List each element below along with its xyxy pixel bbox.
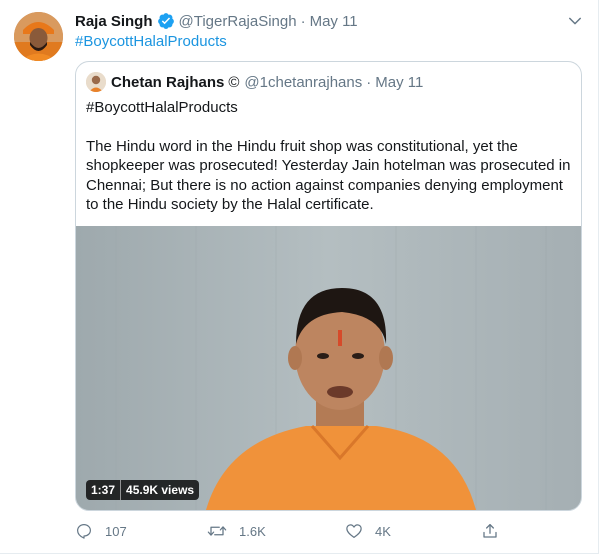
share-icon: [483, 523, 497, 538]
quoted-author-name[interactable]: Chetan Rajhans: [111, 74, 224, 91]
quoted-paragraph: The Hindu word in the Hindu fruit shop w…: [86, 137, 571, 214]
header-separator: ·: [300, 12, 306, 30]
video-thumbnail: [76, 226, 581, 510]
like-count: 4K: [375, 523, 391, 539]
share-button[interactable]: [481, 520, 499, 542]
retweet-count: 1.6K: [239, 523, 266, 539]
tweet-card[interactable]: Raja Singh @TigerRajaSingh · May 11 #Boy…: [0, 0, 599, 554]
chevron-down-icon[interactable]: [566, 12, 584, 30]
video-badges: 1:37 45.9K views: [86, 480, 200, 500]
quoted-hashtag: #BoycottHalalProducts: [86, 99, 238, 116]
verified-badge-icon: [157, 12, 175, 30]
quoted-author-name-glyph: ©: [228, 73, 240, 91]
quoted-author-avatar[interactable]: [86, 72, 106, 92]
video-views: 45.9K views: [120, 480, 200, 500]
retweet-icon: [207, 526, 227, 536]
tweet-hashtag[interactable]: #BoycottHalalProducts: [75, 33, 227, 50]
quoted-tweet-date[interactable]: May 11: [375, 74, 423, 91]
quoted-author-handle[interactable]: @1chetanrajhans: [244, 74, 362, 91]
author-name[interactable]: Raja Singh: [75, 13, 153, 30]
reply-count: 107: [105, 523, 127, 539]
author-handle[interactable]: @TigerRajaSingh: [179, 13, 297, 30]
like-button[interactable]: 4K: [345, 520, 391, 542]
tweet-date[interactable]: May 11: [310, 13, 358, 30]
retweet-button[interactable]: 1.6K: [207, 520, 266, 542]
quoted-tweet-body: #BoycottHalalProducts The Hindu word in …: [86, 98, 574, 215]
quoted-tweet[interactable]: Chetan Rajhans © @1chetanrajhans · May 1…: [75, 61, 582, 511]
reply-button[interactable]: 107: [75, 520, 127, 542]
tweet-header: Raja Singh @TigerRajaSingh · May 11: [75, 11, 358, 31]
video-duration: 1:37: [86, 480, 121, 500]
video-player[interactable]: 1:37 45.9K views: [76, 226, 581, 510]
tweet-actions: 107 1.6K 4K: [75, 520, 505, 542]
quoted-avatar-image: [86, 72, 106, 92]
avatar-image: [14, 12, 63, 61]
heart-icon: [346, 524, 362, 538]
author-avatar[interactable]: [14, 12, 63, 61]
quoted-tweet-header: Chetan Rajhans © @1chetanrajhans · May 1…: [86, 72, 423, 92]
quoted-header-separator: ·: [366, 73, 372, 91]
reply-icon: [77, 524, 91, 539]
